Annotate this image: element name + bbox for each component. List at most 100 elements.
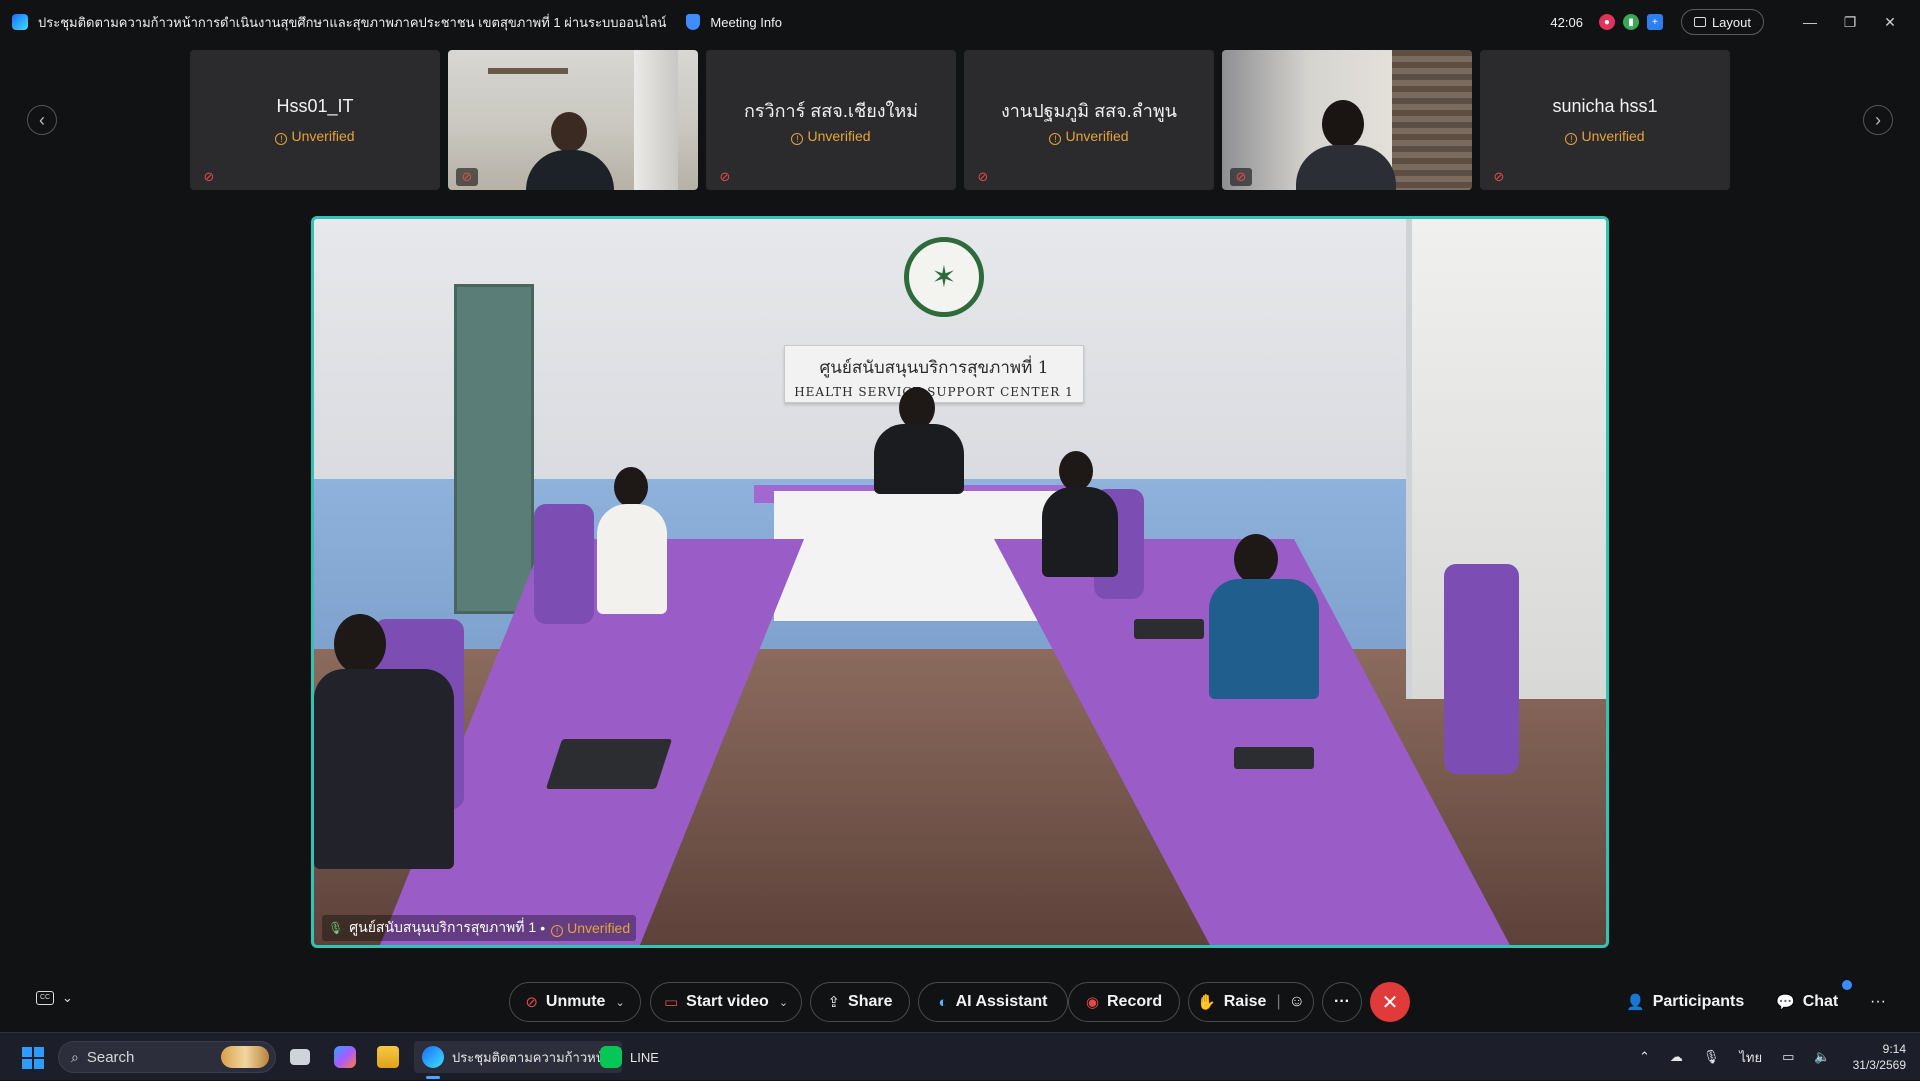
laptop — [545, 739, 673, 789]
start-video-button[interactable]: ▭ Start video ⌄ — [650, 982, 802, 1022]
participant-name: กรวิการ์ สสจ.เชียงใหม่ — [743, 101, 919, 121]
mic-muted-icon: ⊘ — [1493, 169, 1505, 184]
close-icon[interactable]: ✕ — [1870, 14, 1910, 31]
windows-logo-icon — [22, 1059, 32, 1069]
door — [454, 284, 534, 614]
chat-label: Chat — [1802, 993, 1839, 1010]
file-explorer-button[interactable] — [377, 1041, 407, 1073]
participants-label: Participants — [1652, 993, 1745, 1010]
network-icon[interactable]: ▭ — [1782, 1049, 1794, 1065]
participant-body — [1296, 145, 1396, 190]
person — [597, 504, 667, 614]
person — [1042, 487, 1118, 577]
strip-next-button[interactable]: › — [1863, 105, 1893, 135]
unverified-badge: ! Unverified — [964, 128, 1214, 145]
system-tray: ⌃ ☁ 🎙 ไทย ▭ 🔈 9:14 31/3/2569 — [1629, 1033, 1906, 1081]
captions-button[interactable]: CC ⌄ — [36, 990, 73, 1006]
chevron-up-icon[interactable]: ⌃ — [1639, 1049, 1650, 1065]
participants-button[interactable]: 👤 Participants — [1626, 982, 1744, 1022]
taskbar-line-app[interactable]: LINE — [600, 1041, 659, 1073]
mic-muted-icon: ⊘ — [525, 994, 538, 1011]
participant-tile[interactable]: sunicha hss1 ! Unverified ⊘ — [1480, 50, 1730, 190]
person — [874, 424, 964, 494]
participant-tile[interactable]: กรวิการ์ สสจ.เชียงใหม่ ! Unverified ⊘ — [706, 50, 956, 190]
mic-muted-icon: ⊘ — [977, 169, 989, 184]
speaker-status-label: Unverified — [567, 919, 631, 936]
warning-icon: ! — [791, 133, 804, 145]
unverified-badge: ! Unverified — [190, 128, 440, 145]
ai-assistant-button[interactable]: ◐ AI Assistant — [918, 982, 1068, 1022]
layout-button[interactable]: Layout — [1680, 9, 1764, 35]
unmute-button[interactable]: ⊘ Unmute ⌄ — [509, 982, 641, 1022]
meeting-info-label: Meeting Info — [710, 14, 782, 30]
task-view-button[interactable] — [290, 1041, 318, 1073]
more-options-button[interactable]: ··· — [1322, 982, 1362, 1022]
laptop — [1134, 619, 1204, 639]
video-off-icon: ▭ — [663, 994, 679, 1011]
start-button[interactable] — [22, 1047, 44, 1069]
overflow-menu-button[interactable]: ··· — [1870, 982, 1886, 1022]
separator-dot: • — [540, 920, 546, 936]
minimize-icon[interactable]: — — [1790, 14, 1830, 30]
chat-icon: 💬 — [1776, 994, 1795, 1011]
meeting-window: ประชุมติดตามความก้าวหน้าการดำเนินงานสุขศ… — [0, 0, 1920, 1032]
person — [334, 614, 386, 674]
language-indicator[interactable]: ไทย — [1739, 1047, 1762, 1068]
unverified-badge: ! Unverified — [1480, 128, 1730, 145]
restore-icon[interactable]: ❐ — [1830, 14, 1870, 31]
person — [314, 669, 454, 869]
person — [614, 467, 648, 507]
person — [1209, 579, 1319, 699]
divider: | — [1276, 993, 1281, 1010]
participant-video-tile[interactable]: ⊘ — [1222, 50, 1472, 190]
search-placeholder: Search — [86, 1048, 135, 1066]
speaker-icon[interactable]: 🔈 — [1814, 1049, 1830, 1065]
warning-icon: ! — [1565, 133, 1578, 145]
laptop — [1234, 747, 1314, 769]
active-speaker-video[interactable]: ✶ ศูนย์สนับสนุนบริการสุขภาพที่ 1 HEALTH … — [311, 216, 1609, 948]
ministry-emblem-icon: ✶ — [904, 237, 984, 317]
participant-face — [551, 112, 587, 152]
participant-tile[interactable]: Hss01_IT ! Unverified ⊘ — [190, 50, 440, 190]
taskbar-webex-app[interactable]: ประชุมติดตามความก้าวหน้า — [414, 1041, 622, 1079]
leave-meeting-button[interactable]: ✕ — [1370, 982, 1410, 1022]
participant-tile[interactable]: งานปฐมภูมิ สสจ.ลำพูน ! Unverified ⊘ — [964, 50, 1214, 190]
strip-prev-button[interactable]: ‹ — [27, 105, 57, 135]
copilot-button[interactable] — [334, 1041, 364, 1073]
person — [899, 387, 935, 429]
search-highlight-image — [221, 1046, 269, 1068]
chevron-down-icon: ⌄ — [62, 990, 73, 1005]
share-button[interactable]: ⇪ Share — [810, 982, 910, 1022]
participant-video-tile[interactable]: ⊘ — [448, 50, 698, 190]
recording-status-icon[interactable]: ● — [1598, 14, 1615, 30]
active-app-label: ประชุมติดตามความก้าวหน้า — [452, 1049, 612, 1065]
speaker-unverified: ! Unverified — [551, 920, 630, 937]
chevron-down-icon: ⌄ — [778, 996, 789, 1009]
mic-muted-icon[interactable]: 🎙 — [1703, 1049, 1720, 1065]
record-button[interactable]: ◉ Record — [1068, 982, 1180, 1022]
onedrive-icon[interactable]: ☁ — [1670, 1049, 1683, 1065]
chair — [534, 504, 594, 624]
meeting-info-button[interactable]: Meeting Info — [686, 14, 782, 30]
raise-hand-icon: ✋ — [1197, 994, 1216, 1011]
mic-muted-icon: ⊘ — [719, 169, 731, 184]
mic-muted-icon: ⊘ — [203, 169, 215, 184]
network-status-icon[interactable]: ▮ — [1622, 14, 1639, 30]
participants-icon: 👤 — [1626, 994, 1645, 1011]
unverified-label: Unverified — [807, 128, 871, 144]
warning-icon: ! — [1049, 133, 1062, 145]
participant-face — [1322, 100, 1364, 148]
record-icon: ◉ — [1085, 994, 1099, 1011]
taskbar-search[interactable]: ⌕ Search — [58, 1041, 276, 1073]
apps-icon[interactable]: + — [1646, 14, 1663, 30]
participant-name: งานปฐมภูมิ สสจ.ลำพูน — [1001, 101, 1177, 121]
webex-icon — [422, 1046, 444, 1068]
start-video-label: Start video — [686, 993, 769, 1010]
participant-body — [526, 150, 614, 190]
line-icon — [600, 1046, 622, 1068]
person — [1059, 451, 1093, 491]
clock[interactable]: 9:14 31/3/2569 — [1853, 1041, 1906, 1073]
raise-button[interactable]: ✋ Raise | ☺ — [1188, 982, 1314, 1022]
reactions-icon[interactable]: ☺ — [1289, 993, 1305, 1011]
chat-button[interactable]: 💬 Chat — [1776, 982, 1838, 1022]
